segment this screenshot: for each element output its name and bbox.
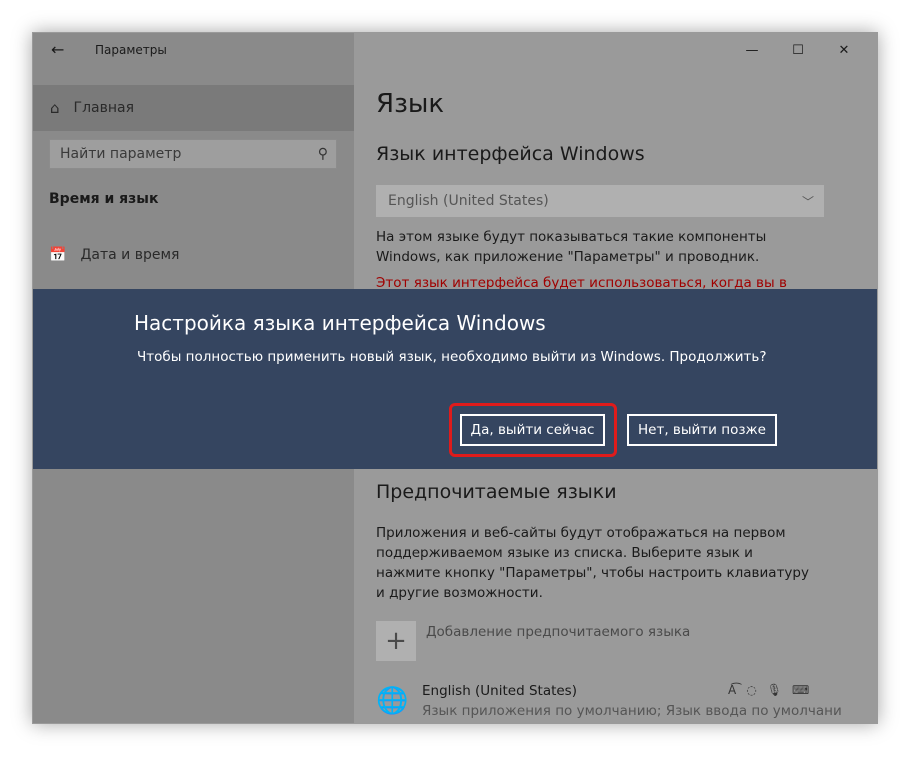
add-language-button[interactable]: + Добавление предпочитаемого языка <box>376 621 690 661</box>
sign-out-now-button[interactable]: Да, выйти сейчас <box>460 414 605 446</box>
language-list-item[interactable]: 🌐 English (United States) Язык приложени… <box>376 683 846 723</box>
maximize-button[interactable]: ☐ <box>775 35 821 65</box>
plus-icon: + <box>376 621 416 661</box>
home-icon: ⌂ <box>50 99 60 117</box>
search-icon[interactable]: ⚲ <box>318 146 328 162</box>
interface-language-description: На этом языке будут показываться такие к… <box>376 229 767 265</box>
preferred-languages-heading: Предпочитаемые языки <box>376 481 617 503</box>
dialog-title: Настройка языка интерфейса Windows <box>134 311 546 335</box>
search-box[interactable]: ⚲ <box>49 139 337 169</box>
interface-language-dropdown[interactable]: English (United States) ﹀ <box>376 185 824 217</box>
calendar-clock-icon: 📅 <box>49 247 67 263</box>
sign-out-later-button[interactable]: Нет, выйти позже <box>627 414 777 446</box>
dropdown-value: English (United States) <box>388 193 549 209</box>
microphone-icon: 🎙 <box>766 683 782 697</box>
language-glyph-icon: 🌐 <box>376 686 409 716</box>
sidebar-item-label: Дата и время <box>80 247 180 263</box>
keyboard-icon: ⌨ <box>791 683 810 697</box>
sidebar-item-date-time[interactable]: 📅 Дата и время <box>49 247 179 263</box>
dialog-message: Чтобы полностью применить новый язык, не… <box>137 349 767 365</box>
sidebar-item-label: Главная <box>73 100 135 116</box>
interface-language-heading: Язык интерфейса Windows <box>376 143 645 165</box>
chevron-down-icon: ﹀ <box>801 194 814 209</box>
add-language-label: Добавление предпочитаемого языка <box>426 624 691 640</box>
speech-icon: ◌ <box>746 683 757 697</box>
page-title: Язык <box>376 89 445 119</box>
sign-out-dialog: Настройка языка интерфейса Windows Чтобы… <box>33 289 877 469</box>
display-language-icon: A͡ <box>728 683 737 697</box>
language-subtitle: Язык приложения по умолчанию; Язык ввода… <box>422 703 842 719</box>
settings-window: ← Параметры ⌂ Главная ⚲ Время и язык 📅 Д… <box>32 32 878 724</box>
language-features: A͡ ◌ 🎙 ⌨ <box>728 683 809 697</box>
close-button[interactable]: ✕ <box>821 35 867 65</box>
sidebar-item-home[interactable]: ⌂ Главная <box>33 85 354 131</box>
search-input[interactable] <box>50 145 282 163</box>
window-title: Параметры <box>95 43 167 57</box>
language-name: English (United States) <box>422 683 577 699</box>
preferred-languages-description: Приложения и веб-сайты будут отображатьс… <box>376 525 809 601</box>
section-title: Время и язык <box>49 191 159 207</box>
minimize-button[interactable]: — <box>729 35 775 65</box>
back-button[interactable]: ← <box>51 40 64 59</box>
window-controls: — ☐ ✕ <box>729 35 867 65</box>
